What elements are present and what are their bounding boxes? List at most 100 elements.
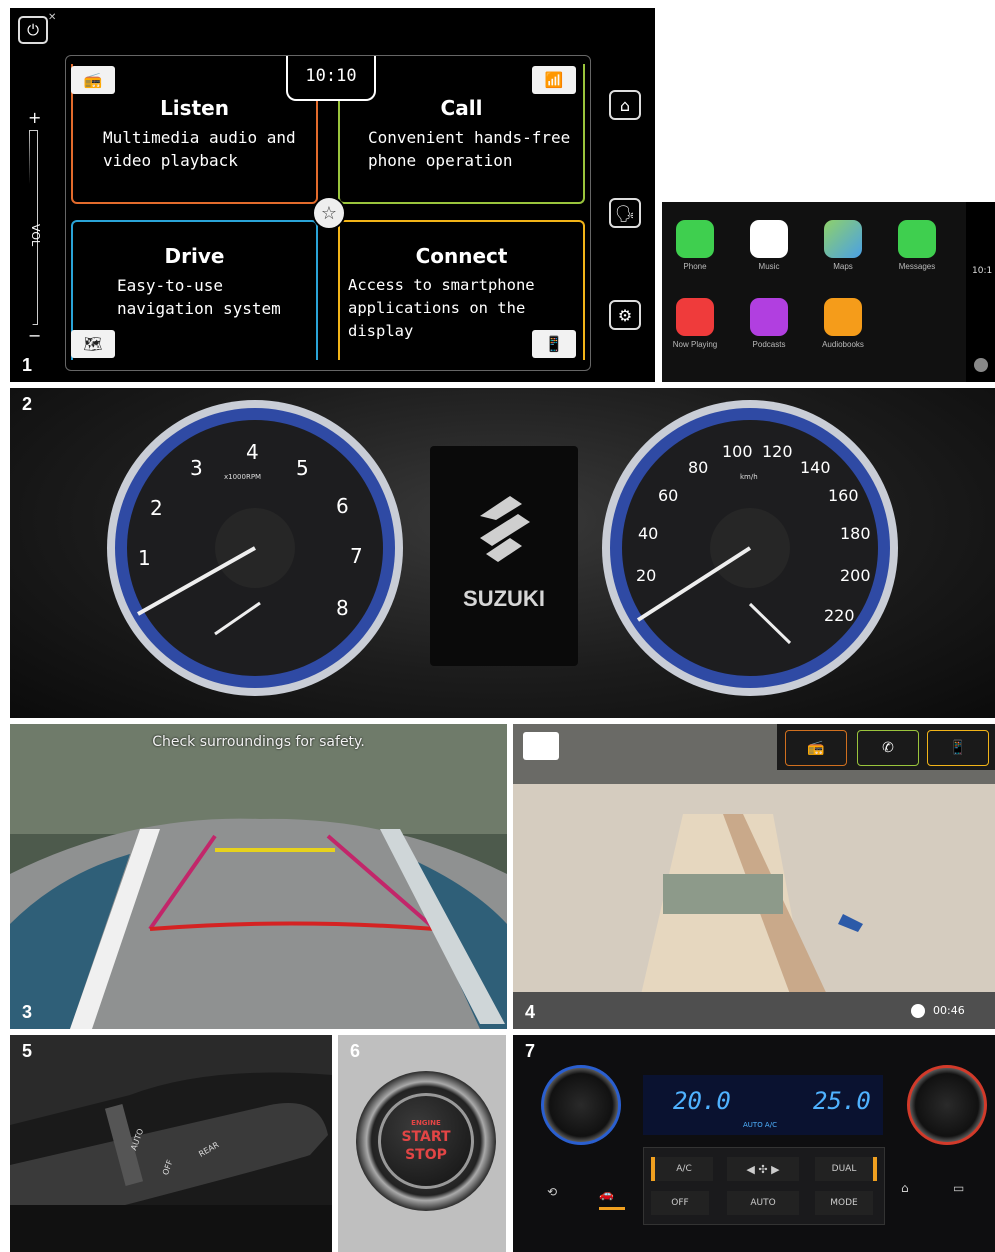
dual-button[interactable]: DUAL (815, 1157, 877, 1181)
navigation-map-view: 📻 ✆ 📱 00:46 4 (513, 724, 995, 1029)
smartphone-connect-icon: 📱 (949, 740, 967, 756)
phone-icon: ✆ (882, 740, 894, 756)
vol-minus[interactable]: − (28, 326, 41, 345)
volume-label: VOL (29, 224, 42, 247)
power-button[interactable]: ⏻ (18, 16, 48, 44)
rear-defrost-button[interactable]: ▭ (953, 1181, 979, 1201)
outside-air-button[interactable]: 🚗 (599, 1187, 625, 1210)
speed-tick: 200 (840, 566, 871, 585)
app-label: Messages (898, 262, 936, 271)
speed-tick: 180 (840, 524, 871, 543)
front-defrost-button[interactable]: ⌂ (901, 1181, 927, 1201)
connect-desc-line1: Access to smartphone (348, 276, 535, 294)
speed-tick: 220 (824, 606, 855, 625)
climate-mode-label: AUTO A/C (743, 1121, 777, 1129)
carplay-home-button[interactable] (974, 358, 988, 372)
phone-signal-icon: 📶 (532, 66, 576, 94)
panel-number: 1 (22, 355, 33, 375)
climate-control-photo: 20.0 25.0 AUTO A/C A/C ◀ ✣ ▶ DUAL OFF AU… (513, 1035, 995, 1252)
panel-number: 5 (22, 1041, 33, 1061)
panel-number: 4 (525, 1002, 536, 1022)
call-desc-line1: Convenient hands-free (368, 128, 571, 147)
speed-tick: 120 (762, 442, 793, 461)
speed-tick: 140 (800, 458, 831, 477)
left-temp-knob[interactable] (541, 1065, 621, 1145)
call-title: Call (440, 96, 483, 120)
ac-button[interactable]: A/C (651, 1157, 713, 1181)
now-playing-app-icon[interactable] (676, 298, 714, 336)
listen-desc-line2: video playback (103, 151, 238, 170)
app-label: Now Playing (672, 340, 718, 349)
panel-number: 6 (350, 1041, 361, 1061)
rear-camera-view: Check surroundings for safety. 3 (10, 724, 507, 1029)
tach-tick: 5 (296, 456, 309, 480)
phone-button[interactable]: ✆ (857, 730, 919, 766)
smartphone-connect-icon: 📱 (532, 330, 576, 358)
connect-button[interactable]: 📱 (927, 730, 989, 766)
tach-tick: 2 (150, 496, 163, 520)
stop-label: STOP (405, 1147, 447, 1163)
nav-menu-button[interactable] (523, 732, 559, 760)
app-label: Music (758, 262, 780, 271)
speed-unit: km/h (740, 473, 758, 481)
app-label: Audiobooks (822, 340, 864, 349)
listen-desc-line1: Multimedia audio and (103, 128, 296, 147)
camera-warning-text: Check surroundings for safety. (152, 734, 365, 750)
tach-tick: 6 (336, 494, 349, 518)
speed-tick: 80 (688, 458, 709, 477)
rear-defrost-icon: ▭ (953, 1181, 965, 1195)
right-temp-knob[interactable] (907, 1065, 987, 1145)
app-label: Podcasts (752, 340, 786, 349)
messages-app-icon[interactable] (898, 220, 936, 258)
app-label: Phone (683, 262, 707, 271)
auto-button[interactable]: AUTO (727, 1191, 799, 1215)
speed-tick: 40 (638, 524, 659, 543)
recirculation-icon: ⟲ (547, 1185, 558, 1199)
drive-desc-line2: navigation system (117, 299, 281, 318)
speed-tick: 60 (658, 486, 679, 505)
audiobooks-app-icon[interactable] (824, 298, 862, 336)
voice-icon: 🗣 (614, 203, 636, 223)
fan-icon: ◀ ✣ ▶ (746, 1162, 780, 1176)
favorite-button[interactable]: ☆ (312, 196, 346, 230)
tach-unit: x1000RPM (224, 473, 262, 481)
light-stalk-photo: AUTO OFF REAR 5 (10, 1035, 332, 1252)
off-button[interactable]: OFF (651, 1191, 709, 1215)
engine-label: ENGINE (411, 1119, 441, 1127)
mode-button[interactable]: MODE (815, 1191, 873, 1215)
instrument-cluster: SUZUKI x1000RPM 1 2 3 4 5 6 7 8 km/h 20 … (10, 388, 995, 718)
cluster-graphic (107, 400, 898, 696)
drive-title: Drive (164, 244, 225, 268)
clock-icon (911, 1004, 925, 1018)
stalk-graphic (10, 1035, 332, 1252)
nav-time: 00:46 (933, 1004, 965, 1017)
tach-tick: 4 (246, 440, 259, 464)
home-button[interactable]: ⌂ (609, 90, 641, 120)
vol-plus[interactable]: + (28, 108, 41, 127)
settings-button[interactable]: ⚙ (609, 300, 641, 330)
brand-logo-text: SUZUKI (463, 586, 545, 611)
settings-icon: ⚙ (617, 305, 633, 325)
radio-icon: 📻 (807, 740, 825, 756)
carplay-sidebar (966, 202, 995, 382)
audio-source-button[interactable]: 📻 (785, 730, 847, 766)
fan-speed-control[interactable]: ◀ ✣ ▶ (727, 1157, 799, 1181)
maps-app-icon[interactable] (824, 220, 862, 258)
star-icon: ☆ (320, 202, 338, 224)
music-app-icon[interactable] (750, 220, 788, 258)
drive-desc-line1: Easy-to-use (117, 276, 223, 295)
phone-app-icon[interactable] (676, 220, 714, 258)
start-label: START (401, 1129, 451, 1145)
mute-icon: ✕ (48, 12, 57, 23)
speed-tick: 20 (636, 566, 657, 585)
left-temp-readout: 20.0 (673, 1087, 731, 1115)
tach-tick: 7 (350, 544, 363, 568)
voice-button[interactable]: 🗣 (609, 198, 641, 228)
clock-text: 10:10 (305, 66, 357, 86)
connect-title: Connect (415, 244, 508, 268)
tach-tick: 1 (138, 546, 151, 570)
recirculation-button[interactable]: ⟲ (547, 1185, 573, 1205)
app-label: Maps (833, 262, 853, 271)
panel-number: 3 (22, 1002, 33, 1022)
podcasts-app-icon[interactable] (750, 298, 788, 336)
